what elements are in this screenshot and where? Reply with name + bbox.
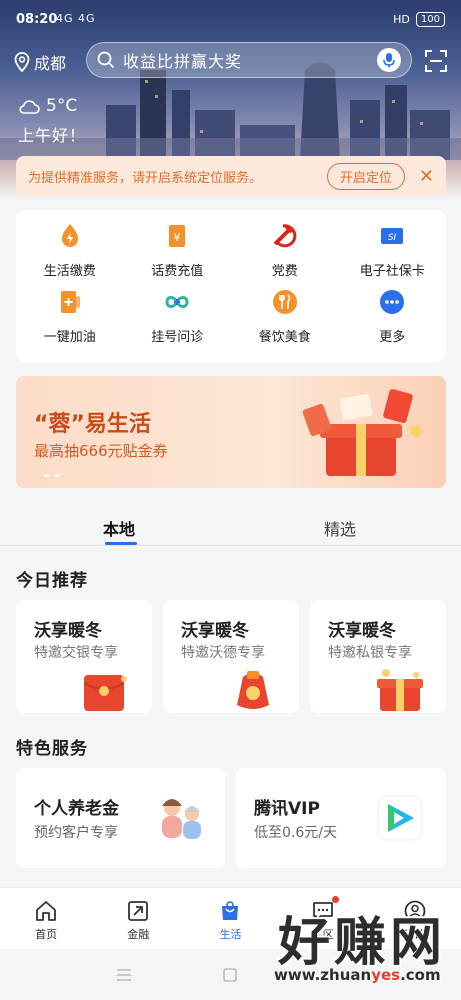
yen-card-icon: ¥ (163, 222, 191, 250)
service-label: 一键加油 (43, 330, 96, 345)
watermark: 好赚网 www.zhuanyes.com (236, 900, 451, 990)
card-title: 腾讯VIP (254, 799, 320, 819)
home-icon (36, 901, 56, 921)
gift-box-illustration (302, 389, 422, 476)
menu-icon[interactable] (116, 968, 132, 982)
battery-icon: 100 (415, 12, 445, 27)
location-pin-icon (14, 52, 30, 72)
lucky-bag-illustration (237, 671, 269, 709)
promo-title: “蓉”易生活 (34, 412, 151, 437)
card-title: 沃享暖冬 (181, 621, 249, 641)
finance-icon (128, 901, 149, 921)
tencent-video-logo (377, 795, 423, 841)
tab-local[interactable]: 本地 (103, 516, 135, 540)
pension-card[interactable]: 个人养老金 预约客户专享 (16, 768, 225, 868)
watermark-url: www.zhuanyes.com (274, 966, 441, 984)
more-icon (378, 288, 406, 316)
temperature: 5°C (46, 96, 78, 116)
city-name: 成都 (34, 54, 67, 73)
medical-icon (163, 288, 191, 316)
service-more[interactable]: 更多 (339, 288, 447, 354)
content-tabs: 本地 精选 (0, 510, 461, 546)
location-banner-text: 为提供精准服务，请开启系统定位服务。 (28, 170, 263, 186)
card-subtitle: 特邀交银专享 (34, 645, 118, 661)
hd-icon: HD (393, 13, 410, 26)
top-bar: 成都 收益比拼赢大奖 (0, 42, 461, 80)
recommend-card[interactable]: 沃享暖冬 特邀私银专享 (310, 600, 446, 713)
card-subtitle: 特邀沃德专享 (181, 645, 265, 661)
card-title: 个人养老金 (34, 799, 119, 819)
services-grid: 生活缴费 ¥ 话费充值 党费 SI 电子社保卡 一键加油 挂号问诊 餐饮美食 更… (16, 210, 446, 362)
service-label: 电子社保卡 (359, 264, 425, 279)
bolt-icon (56, 222, 84, 250)
scan-icon[interactable] (425, 50, 447, 72)
divider (0, 545, 461, 546)
signal-icon: 4G 4G (56, 12, 96, 25)
service-label: 生活缴费 (43, 264, 96, 279)
nav-home[interactable]: 首页 (0, 888, 92, 949)
section-title-today: 今日推荐 (16, 571, 88, 591)
tencent-vip-card[interactable]: 腾讯VIP 低至0.6元/天 (236, 768, 446, 868)
promo-banner[interactable]: “蓉”易生活 最高抽666元贴金券 (16, 376, 446, 488)
service-fuel[interactable]: 一键加油 (16, 288, 124, 354)
watermark-text: 好赚网 (278, 913, 447, 973)
service-label: 话费充值 (151, 264, 204, 279)
gift-box-icon (377, 669, 423, 711)
microphone-icon[interactable] (377, 48, 401, 72)
service-food[interactable]: 餐饮美食 (231, 288, 339, 354)
party-emblem-icon (271, 222, 299, 250)
svg-text:¥: ¥ (174, 231, 181, 244)
service-label: 挂号问诊 (151, 330, 204, 345)
promo-subtitle: 最高抽666元贴金券 (34, 442, 168, 460)
red-envelope-illustration (83, 675, 127, 711)
service-party-fee[interactable]: 党费 (231, 222, 339, 288)
tab-selected[interactable]: 精选 (324, 516, 356, 540)
status-right: HD 100 (393, 12, 445, 27)
family-illustration (162, 799, 201, 839)
social-security-icon: SI (378, 222, 406, 250)
cloud-icon (19, 100, 40, 114)
status-bar: 08:20 4G 4G HD 100 (0, 0, 461, 40)
close-icon[interactable]: ✕ (419, 166, 434, 187)
carousel-dots (44, 474, 60, 477)
card-subtitle: 预约客户专享 (34, 825, 118, 841)
location-banner: 为提供精准服务，请开启系统定位服务。 开启定位 ✕ (16, 156, 446, 196)
search-placeholder: 收益比拼赢大奖 (123, 52, 243, 71)
recommend-card[interactable]: 沃享暖冬 特邀沃德专享 (163, 600, 299, 713)
greeting: 上午好！ (18, 126, 87, 145)
service-medical[interactable]: 挂号问诊 (124, 288, 232, 354)
service-label: 更多 (379, 330, 406, 345)
search-input[interactable]: 收益比拼赢大奖 (86, 42, 412, 78)
food-icon (271, 288, 299, 316)
weather-widget: 5°C 上午好！ (18, 96, 86, 146)
service-utility-payment[interactable]: 生活缴费 (16, 222, 124, 288)
card-title: 沃享暖冬 (34, 621, 102, 641)
recommend-card[interactable]: 沃享暖冬 特邀交银专享 (16, 600, 152, 713)
nav-label: 首页 (35, 928, 58, 941)
status-time: 08:20 (16, 12, 58, 27)
svg-text:SI: SI (388, 233, 397, 243)
service-social-security-card[interactable]: SI 电子社保卡 (339, 222, 447, 288)
service-label: 餐饮美食 (258, 330, 311, 345)
card-subtitle: 特邀私银专享 (328, 645, 412, 661)
service-phone-topup[interactable]: ¥ 话费充值 (124, 222, 232, 288)
section-title-featured: 特色服务 (16, 739, 88, 759)
city-selector[interactable]: 成都 (14, 50, 66, 74)
nav-label: 金融 (127, 928, 150, 941)
card-title: 沃享暖冬 (328, 621, 396, 641)
fuel-icon (56, 288, 84, 316)
enable-location-button[interactable]: 开启定位 (326, 162, 405, 190)
service-label: 党费 (271, 264, 298, 279)
nav-finance[interactable]: 金融 (92, 888, 184, 949)
search-icon (97, 51, 115, 69)
card-subtitle: 低至0.6元/天 (254, 825, 337, 841)
home-square-icon[interactable] (223, 968, 237, 982)
